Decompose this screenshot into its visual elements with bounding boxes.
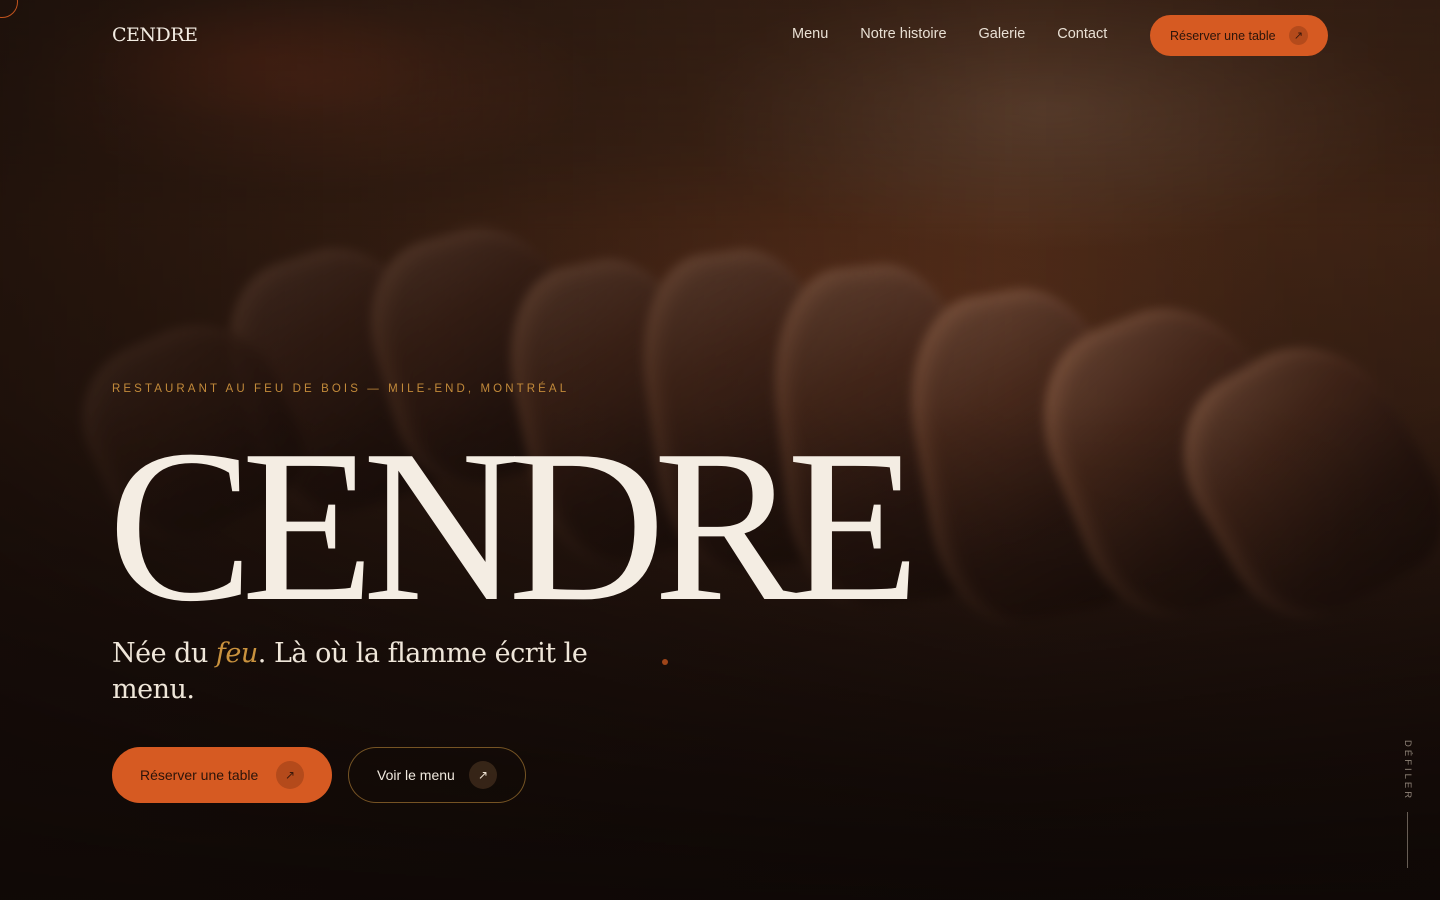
hero-title: CENDRE [108,406,920,647]
nav-item-galerie[interactable]: Galerie [979,26,1026,42]
header-reserve-button[interactable]: Réserver une table ↗ [1150,15,1328,56]
view-menu-button-label: Voir le menu [377,767,455,783]
hero-tagline: Née du feu. Là où la flamme écrit le men… [112,636,592,708]
arrow-up-right-icon: ↗ [1289,26,1308,45]
view-menu-button[interactable]: Voir le menu ↗ [348,747,526,803]
tagline-accent: feu [215,638,258,669]
logo[interactable]: CENDRE [112,24,198,46]
arrow-up-right-icon: ↗ [469,761,497,789]
tagline-start: Née du [112,638,216,669]
reserve-button[interactable]: Réserver une table ↗ [112,747,332,803]
scroll-label: DÉFILER [1402,740,1413,802]
arrow-up-right-icon: ↗ [276,761,304,789]
site-header: CENDRE Menu Notre histoire Galerie Conta… [0,0,1440,72]
nav-item-notre-histoire[interactable]: Notre histoire [860,26,946,42]
nav-item-contact[interactable]: Contact [1057,26,1107,42]
main-nav: Menu Notre histoire Galerie Contact [792,26,1107,42]
nav-item-menu[interactable]: Menu [792,26,828,42]
scroll-indicator[interactable]: DÉFILER [1396,740,1420,870]
reserve-button-label: Réserver une table [140,767,259,783]
hero-eyebrow: RESTAURANT AU FEU DE BOIS — MILE-END, MO… [112,383,570,395]
header-reserve-label: Réserver une table [1170,28,1276,43]
scroll-line [1407,812,1408,868]
